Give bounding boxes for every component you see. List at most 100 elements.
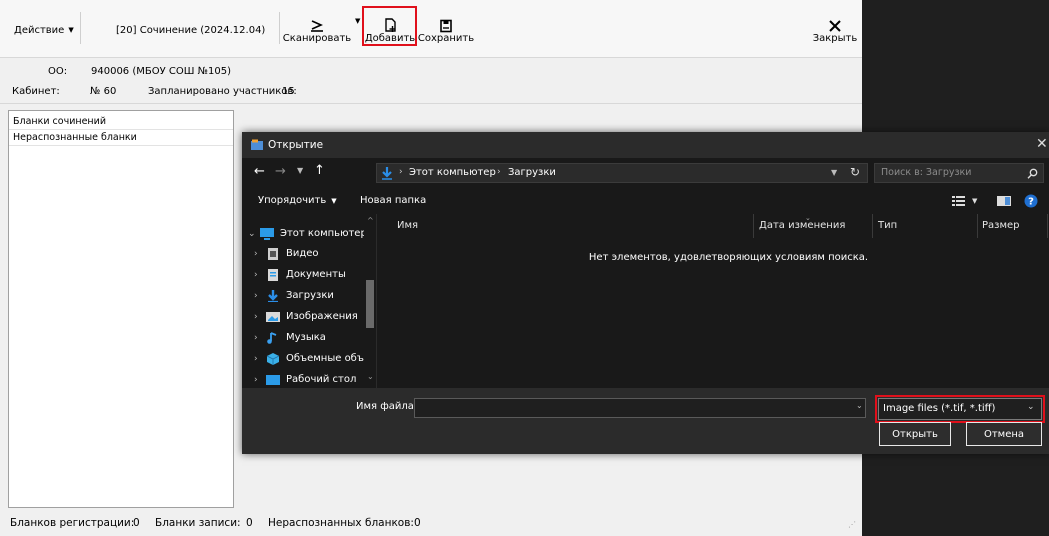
- nav-item-documents[interactable]: › Документы: [254, 265, 346, 285]
- filter-highlight: [875, 395, 1045, 423]
- refresh-icon[interactable]: ↻: [850, 165, 860, 179]
- org-value: 940006 (МБОУ СОШ №105): [91, 66, 231, 77]
- search-input[interactable]: Поиск в: Загрузки: [874, 163, 1044, 183]
- resize-grip-icon[interactable]: ⋰: [848, 520, 856, 529]
- nav-item-label: Загрузки: [286, 290, 334, 301]
- org-label: ОО:: [48, 66, 68, 77]
- scroll-up-icon[interactable]: ^: [367, 216, 374, 225]
- nav-item-pictures[interactable]: › Изображения: [254, 307, 358, 327]
- scan-dropdown-icon[interactable]: ▼: [355, 17, 360, 25]
- tree-item-unrecognized-blanks[interactable]: Нераспознанные бланки: [9, 130, 233, 146]
- action-menu-label: Действие: [14, 24, 65, 36]
- view-dropdown-icon[interactable]: ▼: [972, 197, 977, 205]
- room-label: Кабинет:: [12, 86, 60, 97]
- desktop-icon: [266, 375, 280, 385]
- chevron-right-icon: ›: [254, 249, 258, 259]
- document-title: [20] Сочинение (2024.12.04): [116, 20, 265, 40]
- forward-arrow-icon[interactable]: →: [275, 164, 286, 179]
- up-arrow-icon[interactable]: ↑: [314, 163, 325, 178]
- chevron-right-icon: ›: [254, 375, 258, 385]
- pictures-icon: [266, 312, 280, 322]
- nav-scrollbar-thumb[interactable]: [366, 280, 374, 328]
- scan-label: Сканировать: [282, 33, 352, 44]
- save-button[interactable]: Сохранить: [418, 10, 474, 44]
- nav-item-label: Этот компьютер: [280, 228, 367, 239]
- column-type[interactable]: Тип: [878, 220, 897, 231]
- scan-button[interactable]: Сканировать: [282, 10, 352, 44]
- action-menu-button[interactable]: Действие ▼: [14, 20, 74, 40]
- file-list: Имя ⌄ Дата изменения Тип Размер Нет элем…: [376, 214, 1049, 388]
- nav-item-3d-objects[interactable]: › Объемные объ: [254, 349, 364, 369]
- address-dropdown-icon[interactable]: ▼: [831, 168, 837, 177]
- nav-item-this-pc[interactable]: ⌄ Этот компьютер: [248, 224, 367, 244]
- nav-item-label: Объемные объ: [286, 353, 364, 364]
- filename-input[interactable]: [414, 398, 866, 418]
- rec-count-label: Бланки записи:: [155, 517, 241, 529]
- nav-item-downloads[interactable]: › Загрузки: [254, 286, 334, 306]
- back-arrow-icon[interactable]: ←: [254, 164, 265, 179]
- status-bar: Бланков регистрации: 0 Бланки записи: 0 …: [0, 510, 862, 536]
- chevron-right-icon: ›: [254, 312, 258, 322]
- command-bar: Упорядочить ▼ Новая папка ▼ ?: [242, 188, 1049, 214]
- new-folder-button[interactable]: Новая папка: [360, 195, 426, 206]
- chevron-down-icon: ▼: [68, 26, 74, 34]
- navigation-pane: ⌄ Этот компьютер › Видео › Документы › З…: [242, 214, 376, 388]
- unrec-count-value: 0: [414, 517, 421, 529]
- svg-text:?: ?: [1028, 197, 1034, 208]
- preview-pane-icon[interactable]: [997, 195, 1011, 207]
- chevron-right-icon: ›: [254, 333, 258, 343]
- filename-dropdown-icon[interactable]: ⌄: [856, 401, 863, 410]
- music-icon: [267, 332, 277, 344]
- tree-item-essay-blanks[interactable]: Бланки сочинений: [9, 114, 233, 130]
- open-button[interactable]: Открыть: [879, 422, 951, 446]
- close-label: Закрыть: [812, 33, 858, 44]
- add-button-highlight: [362, 6, 417, 46]
- scroll-down-icon[interactable]: ⌄: [367, 372, 374, 381]
- address-row: ← → ▼ ↑ › Этот компьютер › Загрузки ▼ ↻ …: [242, 158, 1049, 188]
- nav-item-label: Изображения: [286, 311, 358, 322]
- planned-value: 15: [282, 86, 295, 97]
- nav-scrollbar[interactable]: ^ ⌄: [364, 214, 376, 388]
- breadcrumb-separator-icon: ›: [399, 167, 403, 177]
- dialog-bottom-pane: Имя файла: ⌄ Image files (*.tif, *.tiff)…: [242, 388, 1049, 454]
- info-panel: ОО: 940006 (МБОУ СОШ №105) Кабинет: № 60…: [0, 58, 862, 104]
- tree-item-label: Бланки сочинений: [13, 116, 106, 127]
- cancel-label: Отмена: [983, 428, 1025, 440]
- document-title-text: [20] Сочинение (2024.12.04): [116, 24, 266, 36]
- documents-icon: [268, 269, 278, 281]
- nav-item-music[interactable]: › Музыка: [254, 328, 326, 348]
- column-size[interactable]: Размер: [982, 220, 1020, 231]
- toolbar: Действие ▼ [20] Сочинение (2024.12.04) С…: [0, 0, 862, 58]
- open-file-dialog: Открытие ✕ ← → ▼ ↑ › Этот компьютер › За…: [242, 132, 1049, 454]
- organize-button[interactable]: Упорядочить ▼: [258, 195, 337, 206]
- scan-icon: [311, 20, 323, 32]
- nav-item-label: Документы: [286, 269, 346, 280]
- search-placeholder: Поиск в: Загрузки: [881, 167, 972, 178]
- dialog-title-bar: Открытие ✕: [242, 132, 1049, 158]
- recent-chevron-icon[interactable]: ▼: [297, 166, 303, 175]
- chevron-down-icon: ▼: [331, 196, 337, 205]
- downloads-icon: [382, 167, 392, 180]
- reg-count-label: Бланков регистрации:: [10, 517, 135, 529]
- empty-folder-message: Нет элементов, удовлетворяющих условиям …: [588, 252, 869, 263]
- nav-item-video[interactable]: › Видео: [254, 244, 319, 264]
- column-name[interactable]: Имя: [397, 220, 418, 231]
- view-options-icon[interactable]: [952, 195, 965, 207]
- column-date-modified[interactable]: Дата изменения: [759, 220, 845, 231]
- close-button[interactable]: Закрыть: [812, 10, 858, 44]
- breadcrumb-separator-icon: ›: [497, 167, 501, 177]
- breadcrumb-root[interactable]: Этот компьютер: [409, 167, 496, 178]
- filename-label: Имя файла:: [356, 401, 418, 412]
- dialog-close-icon[interactable]: ✕: [1036, 136, 1048, 152]
- blanks-tree: Бланки сочинений Нераспознанные бланки: [8, 110, 234, 508]
- rec-count-value: 0: [246, 517, 253, 529]
- address-bar[interactable]: › Этот компьютер › Загрузки ▼ ↻: [376, 163, 868, 183]
- chevron-right-icon: ›: [254, 354, 258, 364]
- 3d-objects-icon: [266, 353, 280, 365]
- breadcrumb-current[interactable]: Загрузки: [508, 167, 556, 178]
- nav-item-desktop[interactable]: › Рабочий стол: [254, 370, 356, 390]
- organize-label: Упорядочить: [258, 195, 327, 206]
- help-icon[interactable]: ?: [1024, 194, 1038, 208]
- chevron-right-icon: ›: [254, 291, 258, 301]
- cancel-button[interactable]: Отмена: [966, 422, 1042, 446]
